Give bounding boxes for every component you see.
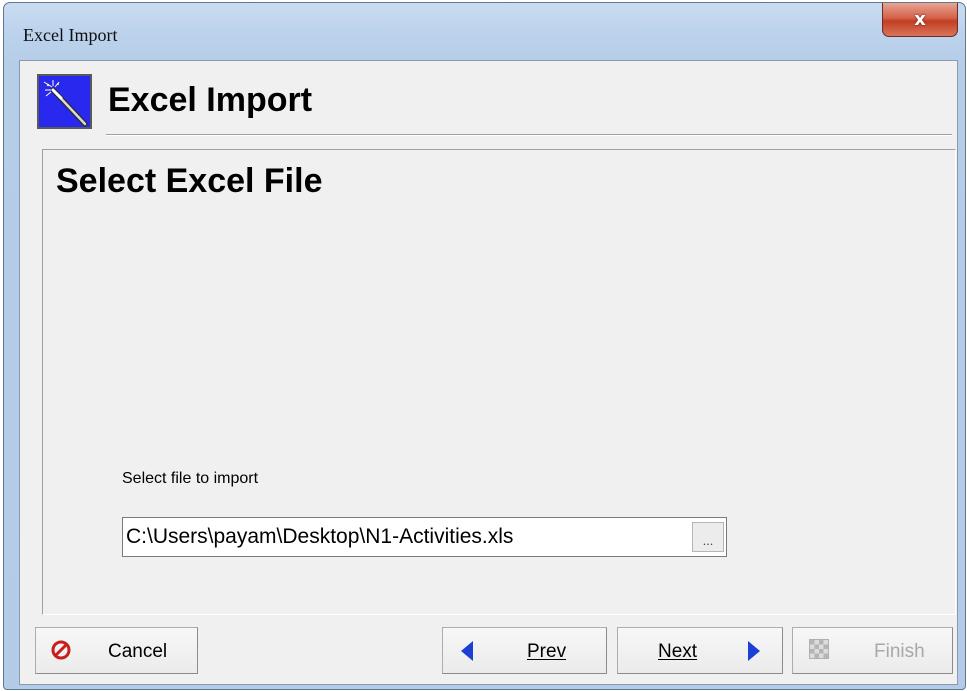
window-title: Excel Import [23, 25, 118, 45]
browse-button[interactable]: ... [692, 522, 724, 552]
header-divider [106, 134, 952, 136]
title-bar[interactable]: Excel Import x [4, 3, 965, 59]
finish-label: Finish [874, 641, 925, 662]
prev-label: Prev [527, 641, 567, 662]
cancel-label: Cancel [108, 641, 168, 662]
close-icon: x [914, 9, 926, 30]
finish-button[interactable]: Finish [792, 627, 953, 674]
close-button[interactable]: x [882, 3, 958, 37]
magic-wand-icon [37, 74, 92, 129]
prev-button[interactable]: Prev [442, 627, 607, 674]
stop-icon [51, 640, 71, 666]
arrow-left-icon [459, 640, 475, 668]
step-panel: Select Excel File Select file to import … [42, 149, 956, 615]
arrow-right-icon [746, 640, 762, 668]
wizard-header-title: Excel Import [108, 81, 313, 119]
cancel-button[interactable]: Cancel [35, 627, 198, 674]
step-title: Select Excel File [56, 162, 323, 200]
file-path-field: ... [122, 517, 727, 557]
checkered-flag-icon [809, 639, 829, 665]
wizard-client-area: Excel Import Select Excel File Select fi… [19, 60, 958, 685]
next-button[interactable]: Next [617, 627, 783, 674]
file-label: Select file to import [122, 470, 259, 487]
next-label: Next [658, 641, 698, 662]
file-path-input[interactable] [123, 518, 687, 556]
window: Excel Import x Excel Import Select Excel… [3, 2, 966, 690]
